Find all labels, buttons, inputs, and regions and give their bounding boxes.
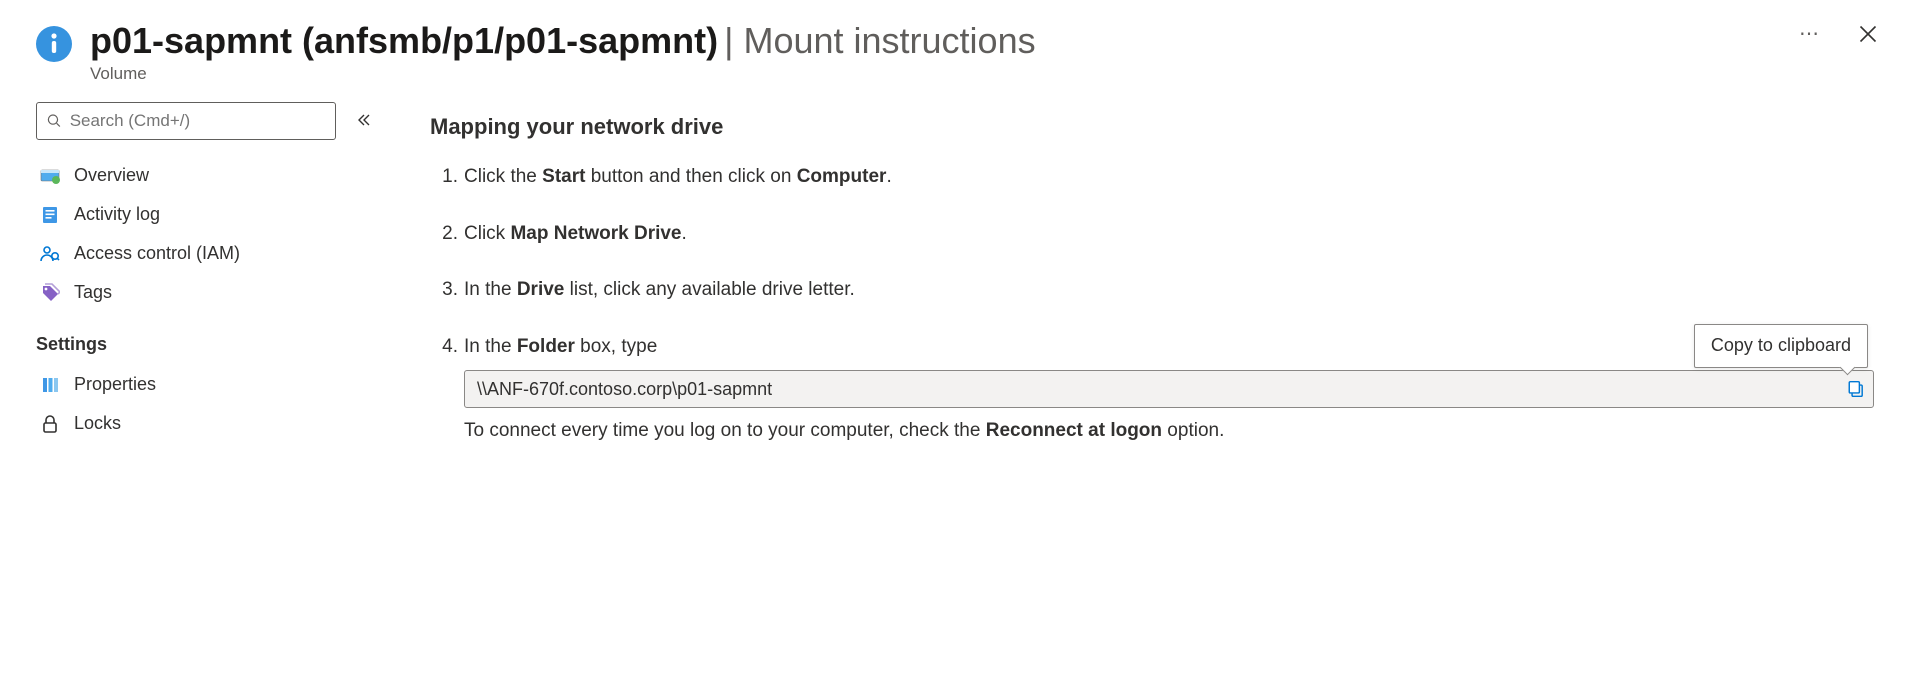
- copy-to-clipboard-button[interactable]: [1839, 371, 1873, 407]
- info-icon: [36, 26, 72, 62]
- sidebar-item-properties[interactable]: Properties: [36, 365, 372, 404]
- menu-search-box[interactable]: [36, 102, 336, 140]
- locks-icon: [40, 414, 60, 434]
- sidebar-item-locks[interactable]: Locks: [36, 404, 372, 443]
- sidebar-item-access-control[interactable]: Access control (IAM): [36, 234, 372, 273]
- sidebar-item-label: Overview: [74, 165, 149, 186]
- more-actions-button[interactable]: ⋯: [1799, 24, 1820, 44]
- activity-log-icon: [40, 205, 60, 225]
- sidebar-item-label: Locks: [74, 413, 121, 434]
- chevron-double-left-icon: [356, 112, 372, 128]
- step-4: In the Folder box, type Copy to clipboar…: [464, 334, 1874, 445]
- page-title-bold: p01-sapmnt (anfsmb/p1/p01-sapmnt): [90, 20, 718, 62]
- sidebar-item-label: Properties: [74, 374, 156, 395]
- tags-icon: [40, 283, 60, 303]
- sidebar: Overview Activity log: [0, 92, 380, 475]
- step-3: In the Drive list, click any available d…: [464, 277, 1874, 304]
- step-1: Click the Start button and then click on…: [464, 164, 1874, 191]
- menu-search-input[interactable]: [70, 111, 325, 131]
- copy-tooltip: Copy to clipboard: [1694, 324, 1868, 367]
- sidebar-item-tags[interactable]: Tags: [36, 273, 372, 312]
- resource-type-label: Volume: [90, 64, 1884, 84]
- step-2: Click Map Network Drive.: [464, 221, 1874, 248]
- overview-icon: [40, 166, 60, 186]
- properties-icon: [40, 375, 60, 395]
- sidebar-item-activity-log[interactable]: Activity log: [36, 195, 372, 234]
- access-control-icon: [40, 244, 60, 264]
- sidebar-item-label: Activity log: [74, 204, 160, 225]
- main-content: Mapping your network drive Click the Sta…: [380, 92, 1914, 475]
- page-title: p01-sapmnt (anfsmb/p1/p01-sapmnt) | Moun…: [90, 20, 1036, 62]
- sidebar-item-label: Access control (IAM): [74, 243, 240, 264]
- step-4-helper: To connect every time you log on to your…: [464, 418, 1874, 445]
- blade-header: p01-sapmnt (anfsmb/p1/p01-sapmnt) | Moun…: [0, 0, 1914, 92]
- collapse-menu-button[interactable]: [356, 112, 372, 131]
- copy-icon: [1847, 380, 1865, 398]
- page-title-subtitle: Mount instructions: [743, 20, 1035, 62]
- unc-path-input[interactable]: [465, 379, 1839, 400]
- sidebar-group-settings: Settings: [36, 334, 372, 355]
- search-icon: [47, 113, 62, 129]
- close-blade-button[interactable]: [1856, 22, 1880, 46]
- section-title: Mapping your network drive: [430, 114, 1874, 140]
- close-icon: [1858, 24, 1878, 44]
- unc-path-box: [464, 370, 1874, 408]
- title-separator: |: [724, 20, 733, 62]
- sidebar-item-label: Tags: [74, 282, 112, 303]
- sidebar-item-overview[interactable]: Overview: [36, 156, 372, 195]
